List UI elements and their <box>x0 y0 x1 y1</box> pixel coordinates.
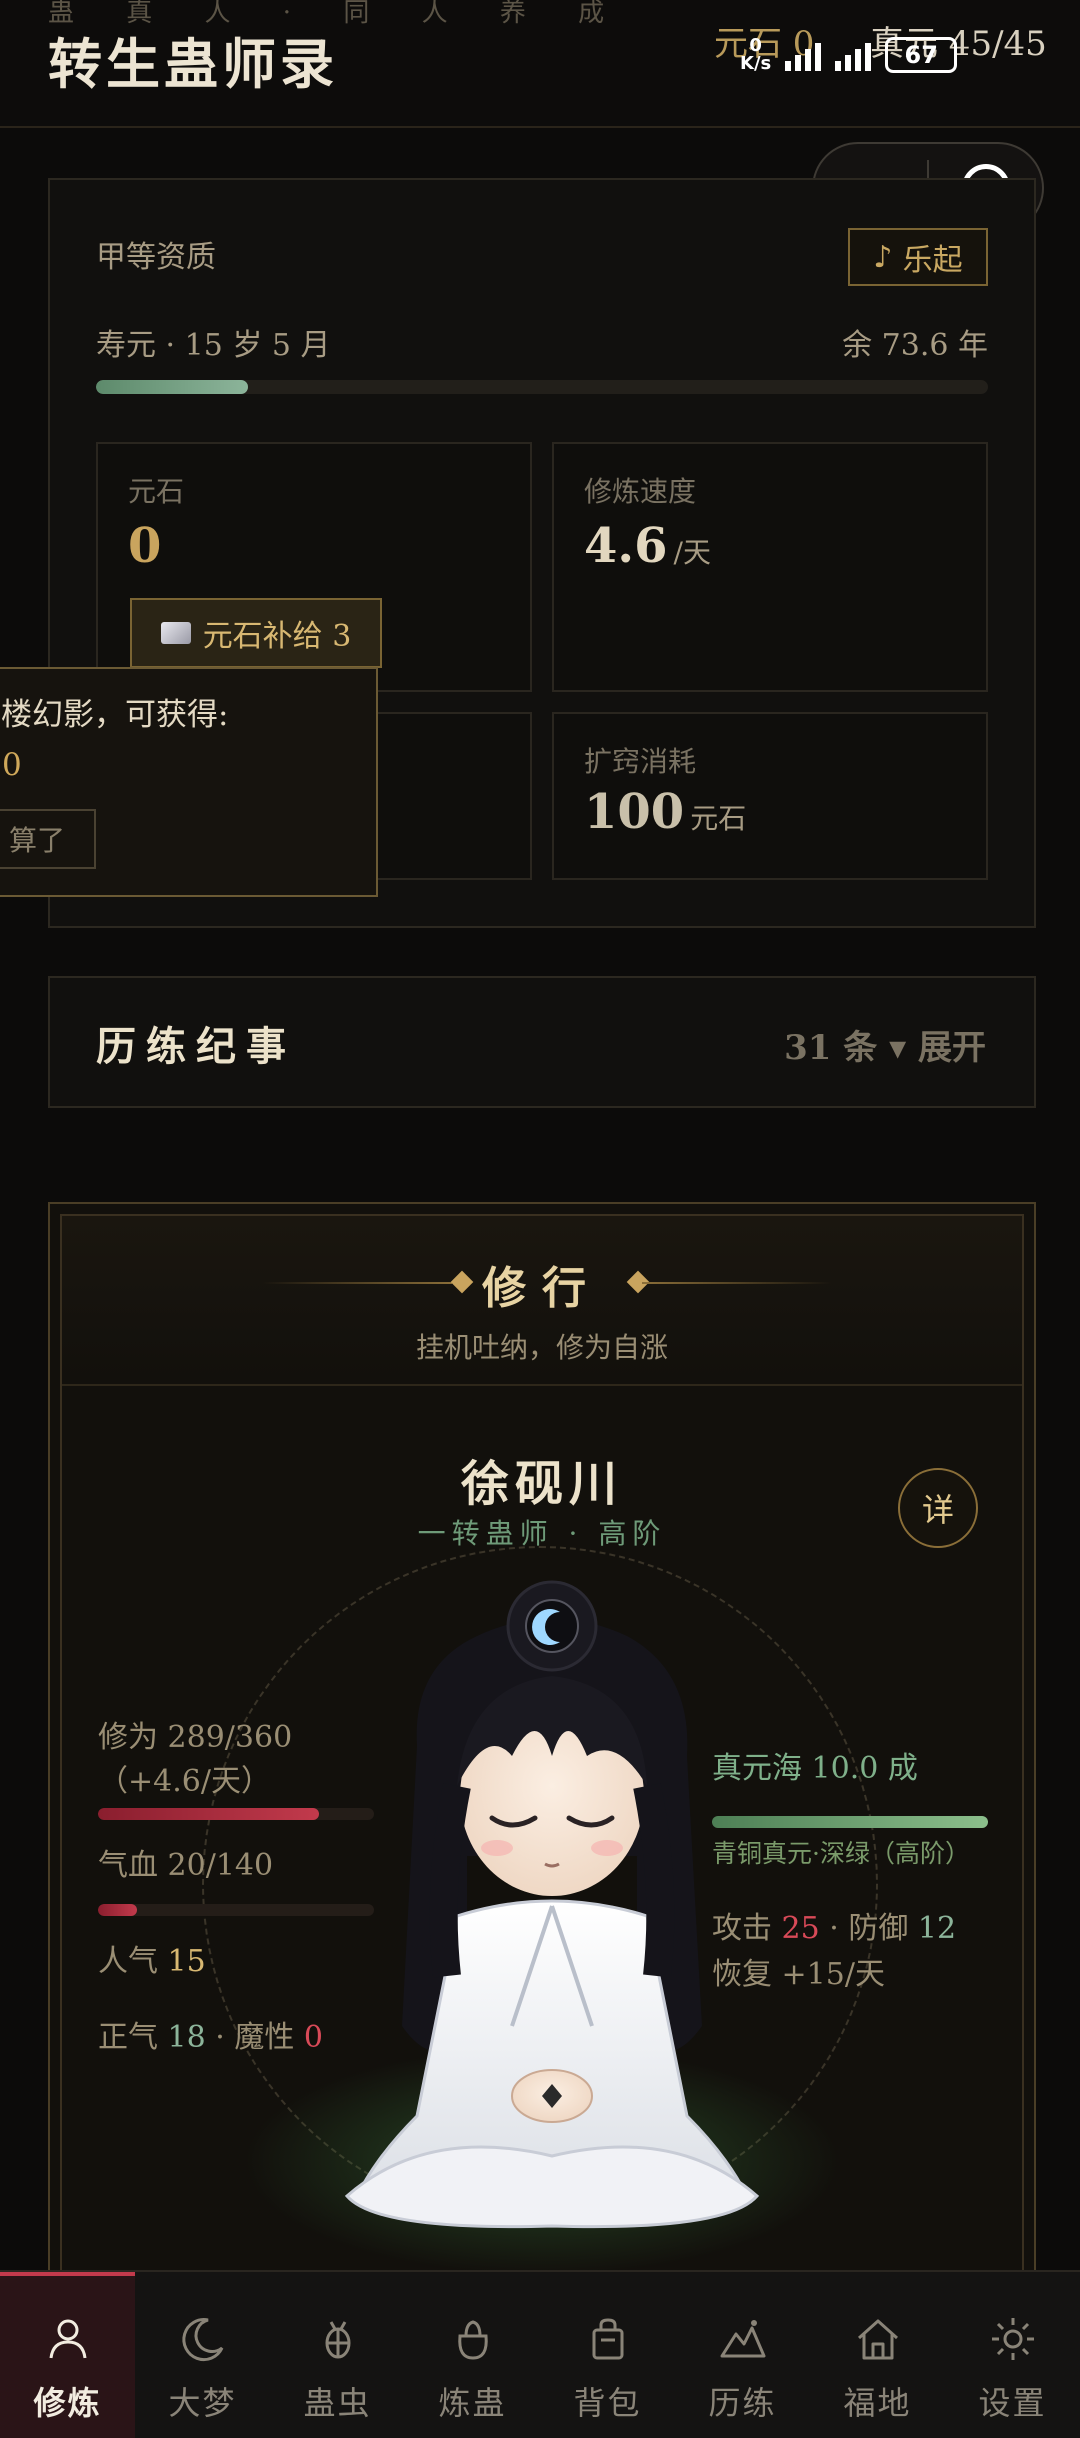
lifespan-bar <box>96 380 988 394</box>
gear-icon <box>991 2318 1034 2360</box>
character-rank: 一转蛊师 · 高阶 <box>417 1517 667 1550</box>
recovery-stat: 恢复 +15/天 <box>712 1957 885 1992</box>
signal-icon <box>835 39 872 71</box>
hp-bar <box>98 1904 374 1916</box>
essence-grade: 青铜真元·深绿（高阶） <box>712 1839 970 1868</box>
nav-tab-blessed-land[interactable]: 福地 <box>810 2272 945 2438</box>
cultivation-panel: 修行 挂机吐纳，修为自涨 徐砚川 一转蛊师 · 高阶 详 修为 289/360（… <box>48 1202 1036 2438</box>
stone-refill-button[interactable]: 元石补给 3 <box>130 598 382 668</box>
network-speed: 0 K/s <box>740 35 772 74</box>
nav-tab-journey[interactable]: 历练 <box>675 2272 810 2438</box>
nav-tab-settings[interactable]: 设置 <box>945 2272 1080 2438</box>
character-avatar[interactable] <box>307 1556 797 2236</box>
xp-bar <box>98 1808 374 1820</box>
nav-tab-cultivate[interactable]: 修炼 <box>0 2272 135 2438</box>
bottom-navigation: 修炼 大梦 蛊虫 炼蛊 背包 历练 福地 设置 <box>0 2270 1080 2438</box>
popup-value: 0 <box>2 747 22 783</box>
system-status-bar: 0 K/s 67 <box>740 30 958 80</box>
mountain-icon <box>720 2320 765 2358</box>
essence-sea-bar <box>712 1816 988 1828</box>
popularity-stat: 人气 15 <box>98 1944 206 1979</box>
mirage-popup: 蜃楼幻影，可获得: 0 算了 <box>0 667 378 897</box>
hp-label: 气血 20/140 <box>98 1848 274 1883</box>
xp-label: 修为 289/360（+4.6/天） <box>98 1720 293 1799</box>
home-icon <box>857 2319 898 2360</box>
expand-cost-value: 100 元石 <box>584 784 747 840</box>
chronicle-expand-toggle[interactable]: 31 条 ▾ 展开 <box>784 1020 986 1069</box>
morality-stat: 正气 18 · 魔性 0 <box>98 2020 323 2055</box>
cauldron-icon <box>457 2320 488 2360</box>
app-header: 蛊 真 人 · 同 人 养 成 转生蛊师录 元石 0 真元 45/45 0 K/… <box>0 0 1080 128</box>
popup-message: 蜃楼幻影，可获得: <box>0 697 229 733</box>
bag-icon <box>592 2318 623 2360</box>
stat-box-speed: 修炼速度 4.6/天 <box>552 442 988 692</box>
nav-tab-bag[interactable]: 背包 <box>540 2272 675 2438</box>
lifespan-remaining: 余 73.6 年 <box>842 328 988 363</box>
bug-icon <box>325 2321 350 2359</box>
cultivation-header: 修行 挂机吐纳，修为自涨 <box>62 1216 1022 1386</box>
cultivation-subtitle: 挂机吐纳，修为自涨 <box>415 1331 668 1364</box>
ornament-line <box>642 1282 832 1284</box>
chronicle-title: 历练纪事 <box>96 1023 296 1070</box>
battery-icon: 67 <box>885 37 958 73</box>
chronicle-panel[interactable]: 历练纪事 31 条 ▾ 展开 <box>48 976 1036 1108</box>
speed-value: 4.6/天 <box>584 518 711 574</box>
detail-button[interactable]: 详 <box>898 1468 978 1548</box>
music-note-icon: ♪ <box>873 239 893 275</box>
nav-tab-gu-worms[interactable]: 蛊虫 <box>270 2272 405 2438</box>
nav-tab-refine[interactable]: 炼蛊 <box>405 2272 540 2438</box>
aptitude-label: 甲等资质 <box>96 240 216 275</box>
stat-box-expand-cost: 扩窍消耗 100 元石 <box>552 712 988 880</box>
combat-stats: 攻击 25 · 防御 12 <box>712 1911 957 1946</box>
person-icon <box>49 2319 86 2359</box>
cultivation-frame: 修行 挂机吐纳，修为自涨 徐砚川 一转蛊师 · 高阶 详 修为 289/360（… <box>60 1214 1024 2438</box>
stone-icon <box>160 622 191 644</box>
moon-icon <box>181 2318 223 2362</box>
app-title: 转生蛊师录 <box>48 32 338 96</box>
character-name: 徐砚川 <box>460 1456 623 1512</box>
cultivation-title: 修行 <box>482 1263 602 1314</box>
signal-icon <box>785 39 822 71</box>
nav-tab-dream[interactable]: 大梦 <box>135 2272 270 2438</box>
essence-sea-label: 真元海 10.0 成 <box>712 1751 918 1786</box>
stones-value: 0 <box>128 518 162 574</box>
popup-cancel-button[interactable]: 算了 <box>0 809 96 869</box>
music-button[interactable]: ♪ 乐起 <box>848 228 988 286</box>
lifespan-label: 寿元 · 15 岁 5 月 <box>96 328 331 363</box>
